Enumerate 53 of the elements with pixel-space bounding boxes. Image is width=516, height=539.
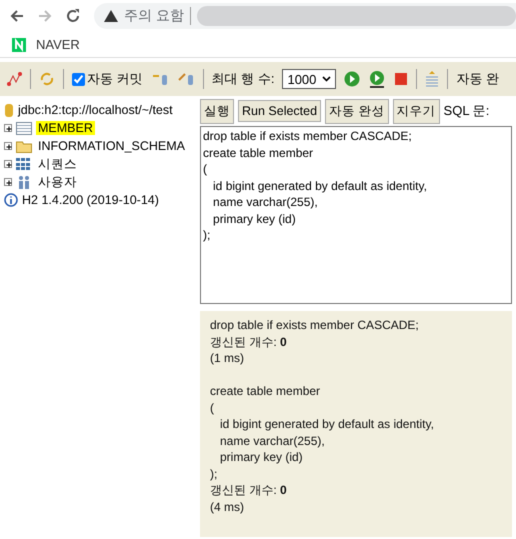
grid-icon [16,158,32,170]
tree-item[interactable]: 사용자 [36,174,79,190]
sql-action-button[interactable]: 자동 완성 [325,98,389,124]
tree-item[interactable]: 시퀀스 [36,156,79,172]
rollback-icon[interactable] [150,72,169,86]
stop-icon[interactable] [394,72,408,86]
tree-item[interactable]: INFORMATION_SCHEMA [36,139,187,153]
auto-complete-label: 자동 완 [456,70,500,88]
text-lines-icon[interactable] [425,71,440,87]
auto-commit-checkbox[interactable] [72,72,85,86]
bookmark-link[interactable]: NAVER [36,37,80,52]
result-line: ); [210,466,218,482]
back-icon[interactable] [10,9,24,23]
expand-toggle[interactable] [4,178,12,186]
info-icon [4,193,18,207]
run-icon[interactable] [344,71,360,87]
disconnect-icon[interactable] [6,71,22,87]
expand-toggle[interactable] [4,142,12,150]
database-icon [4,102,14,118]
result-line: (4 ms) [210,498,245,515]
auto-commit-label: 자동 커밋 [87,70,143,88]
result-line: create table member [210,383,322,400]
sql-label: SQL 문: [444,102,490,120]
sql-editor[interactable]: drop table if exists member CASCADE; create table member ( id bigint generated by default as identity, name varchar(255), primary key (id) ); [200,126,512,304]
bookmark-logo-icon[interactable] [12,38,26,52]
reload-icon[interactable] [66,9,80,23]
result-line: ( [210,400,215,416]
folder-icon [16,140,32,152]
run-selected-icon[interactable] [368,70,386,88]
max-rows-select[interactable]: 1000 [282,69,336,89]
chevron-down-icon [322,76,332,82]
security-label: 주의 요함 [124,7,191,25]
sql-action-button[interactable]: 실행 [200,98,234,124]
table-icon [16,122,32,134]
warning-icon [104,10,118,22]
max-rows-label: 최대 행 수: [212,70,274,88]
result-line: (1 ms) [210,350,245,366]
result-line: primary key (id) [219,449,304,466]
sql-action-button[interactable]: 지우기 [392,98,440,124]
users-icon [16,175,32,189]
expand-toggle[interactable] [4,124,12,132]
expand-toggle[interactable] [4,160,12,168]
connection-label: jdbc:h2:tcp://localhost/~/test [18,103,173,117]
tree-item[interactable]: MEMBER [36,121,95,135]
result-line: 갱신된 개수: 0 [210,482,288,498]
commit-icon[interactable] [176,72,195,86]
result-line: name varchar(255), [219,432,326,449]
sql-action-button[interactable]: Run Selected [238,100,322,122]
address-bar[interactable]: 주의 요함 [94,3,516,29]
result-line: drop table if exists member CASCADE; [210,317,420,334]
result-line: 갱신된 개수: 0 [210,334,288,350]
version-label: H2 1.4.200 (2019-10-14) [22,193,159,207]
result-line: id bigint generated by default as identity, [219,416,435,432]
